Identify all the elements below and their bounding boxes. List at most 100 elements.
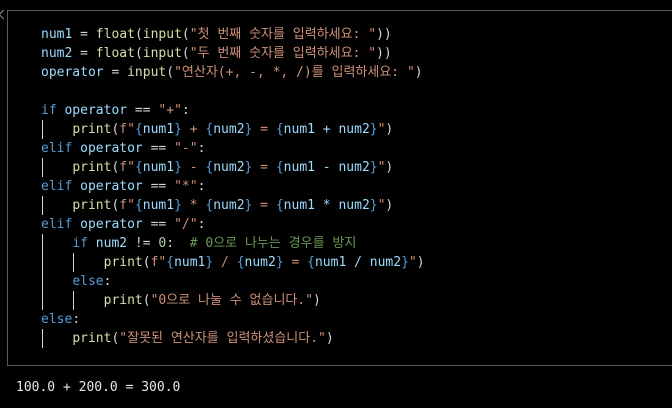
code-token: } (370, 198, 378, 213)
code-token: elif (41, 217, 72, 232)
code-token: print (72, 160, 111, 175)
code-token: num2 (213, 198, 244, 213)
code-line: print(f"{num1} / {num2} = {num1 / num2}"… (41, 253, 425, 272)
code-token: ) (326, 331, 334, 346)
code-token: ( (135, 27, 143, 42)
code-token: != (127, 236, 158, 251)
code-token: } (276, 255, 284, 270)
indent-guide (42, 196, 43, 215)
code-token: } (174, 198, 182, 213)
indent-guide (42, 234, 43, 253)
code-token: : (166, 236, 189, 251)
code-token: if (41, 103, 57, 118)
code-token: print (104, 293, 143, 308)
code-token: ( (166, 65, 174, 80)
code-token: "0으로 나눌 수 없습니다." (151, 293, 313, 308)
code-line (41, 82, 425, 101)
indent-guide (42, 120, 43, 139)
code-line: if num2 != 0: # 0으로 나누는 경우를 방지 (41, 234, 425, 253)
code-line: num1 = float(input("첫 번째 숫자를 입력하세요: ")) (41, 25, 425, 44)
code-token: } (174, 160, 182, 175)
code-token: " (409, 255, 417, 270)
code-line: print(f"{num1} - {num2} = {num1 - num2}"… (41, 158, 425, 177)
code-token: num1 / num2 (315, 255, 401, 270)
code-token: "잘못된 연산자를 입력하셨습니다." (119, 331, 326, 346)
code-token: num1 (143, 160, 174, 175)
code-content: num1 = float(input("첫 번째 숫자를 입력하세요: "))n… (41, 25, 425, 348)
code-token: f" (151, 255, 167, 270)
code-token: { (135, 198, 143, 213)
code-token: : (198, 179, 206, 194)
code-token: "두 번째 숫자를 입력하세요: " (190, 46, 376, 61)
code-token: print (72, 331, 111, 346)
indent-guide (73, 253, 74, 272)
code-token: num1 (41, 27, 72, 42)
code-line: elif operator == "-": (41, 139, 425, 158)
code-token: float (96, 27, 135, 42)
code-token: == (143, 141, 174, 156)
code-token: else (41, 312, 72, 327)
code-token: = (104, 65, 127, 80)
code-line: print(f"{num1} + {num2} = {num1 + num2}"… (41, 120, 425, 139)
code-token: input (143, 27, 182, 42)
code-token: "*" (174, 179, 197, 194)
code-line: else: (41, 310, 425, 329)
code-token (41, 236, 72, 251)
code-token (41, 160, 72, 175)
code-line: print("잘못된 연산자를 입력하셨습니다.") (41, 329, 425, 348)
code-token: { (276, 160, 284, 175)
code-token: "/" (174, 217, 197, 232)
code-token: ( (135, 46, 143, 61)
code-editor[interactable]: num1 = float(input("첫 번째 숫자를 입력하세요: "))n… (7, 10, 672, 366)
code-token: = (72, 27, 95, 42)
code-token: )) (376, 46, 392, 61)
indent-guide (42, 291, 43, 310)
code-token: num2 (41, 46, 72, 61)
console-output: 100.0 + 200.0 = 300.0 (16, 378, 180, 397)
code-token: { (307, 255, 315, 270)
indent-guide (42, 329, 43, 348)
code-token: f" (119, 122, 135, 137)
code-token: = (252, 198, 275, 213)
code-token: { (135, 122, 143, 137)
code-token: } (401, 255, 409, 270)
code-token: "첫 번째 숫자를 입력하세요: " (190, 27, 376, 42)
code-token: { (135, 160, 143, 175)
code-token: float (96, 46, 135, 61)
code-token (41, 331, 72, 346)
code-token: input (143, 46, 182, 61)
code-token: { (237, 255, 245, 270)
code-token: num1 (143, 198, 174, 213)
code-token: ( (143, 293, 151, 308)
code-token: : (104, 274, 112, 289)
code-token: ) (313, 293, 321, 308)
code-token: input (127, 65, 166, 80)
code-token: } (370, 122, 378, 137)
code-token (41, 122, 72, 137)
code-window: num1 = float(input("첫 번째 숫자를 입력하세요: "))n… (0, 0, 672, 408)
code-token: ) (385, 198, 393, 213)
code-token: } (370, 160, 378, 175)
code-token: - (182, 160, 205, 175)
code-token: = (252, 160, 275, 175)
code-token: num1 + num2 (284, 122, 370, 137)
code-token: * (182, 198, 205, 213)
code-token: + (182, 122, 205, 137)
code-token (41, 274, 72, 289)
code-token: ( (182, 27, 190, 42)
code-token: operator (72, 179, 142, 194)
code-token (41, 198, 72, 213)
code-token: == (127, 103, 158, 118)
code-token: f" (119, 160, 135, 175)
code-line: num2 = float(input("두 번째 숫자를 입력하세요: ")) (41, 44, 425, 63)
code-token: ( (143, 255, 151, 270)
code-token: num2 (88, 236, 127, 251)
code-token: else (72, 274, 103, 289)
code-token: # 0으로 나누는 경우를 방지 (190, 236, 357, 251)
code-token: num2 (213, 122, 244, 137)
code-token: elif (41, 141, 72, 156)
code-token: : (72, 312, 80, 327)
code-token: ) (385, 122, 393, 137)
code-token: = (72, 46, 95, 61)
code-line: print(f"{num1} * {num2} = {num1 * num2}"… (41, 196, 425, 215)
